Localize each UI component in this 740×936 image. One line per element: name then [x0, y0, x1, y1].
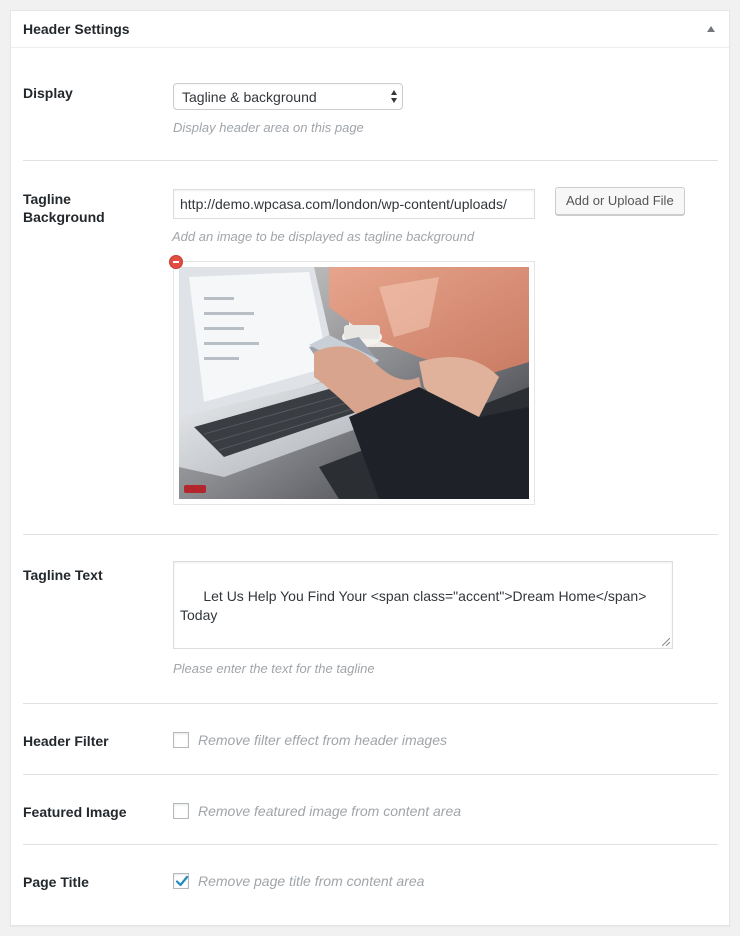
- divider: [23, 534, 718, 535]
- select-arrows-icon: [391, 90, 397, 104]
- tagline-text-value: Let Us Help You Find Your <span class="a…: [180, 588, 647, 623]
- header-filter-checkbox[interactable]: [173, 732, 189, 748]
- arrow-up-icon[interactable]: [707, 26, 715, 32]
- divider: [23, 774, 718, 775]
- header-filter-checkbox-label[interactable]: Remove filter effect from header images: [198, 732, 447, 749]
- display-select[interactable]: Tagline & background: [173, 83, 403, 110]
- resize-grip-icon[interactable]: [662, 638, 670, 646]
- divider: [23, 844, 718, 845]
- image-preview-area: [23, 255, 723, 511]
- page-title-row: Page Title Remove page title from conten…: [23, 873, 718, 903]
- laptop-photo: [179, 267, 529, 499]
- featured-image-checkbox-label[interactable]: Remove featured image from content area: [198, 803, 461, 820]
- checkmark-icon: [175, 875, 189, 887]
- display-row: Display Tagline & background Display hea…: [23, 83, 718, 143]
- divider: [23, 703, 718, 704]
- header-filter-row: Header Filter Remove filter effect from …: [23, 732, 718, 762]
- tagline-text-row: Tagline Text Let Us Help You Find Your <…: [23, 561, 718, 691]
- tagline-text-textarea[interactable]: Let Us Help You Find Your <span class="a…: [173, 561, 673, 649]
- remove-circle-icon[interactable]: [169, 255, 183, 269]
- display-label: Display: [23, 85, 73, 101]
- metabox-header[interactable]: Header Settings: [11, 11, 729, 48]
- tagline-background-url-input[interactable]: http://demo.wpcasa.com/london/wp-content…: [173, 189, 535, 219]
- page-title-checkbox[interactable]: [173, 873, 189, 889]
- display-select-value: Tagline & background: [182, 89, 317, 105]
- metabox-title: Header Settings: [23, 21, 130, 37]
- tagline-background-label-line1: Tagline: [23, 191, 71, 207]
- tagline-background-row: Tagline Background http://demo.wpcasa.co…: [23, 187, 718, 509]
- tagline-text-description: Please enter the text for the tagline: [173, 661, 375, 676]
- header-filter-label: Header Filter: [23, 733, 109, 749]
- page-title-label: Page Title: [23, 874, 89, 890]
- tagline-text-label: Tagline Text: [23, 567, 103, 583]
- tagline-background-image: [179, 267, 529, 499]
- tagline-background-label-line2: Background: [23, 209, 105, 225]
- featured-image-label: Featured Image: [23, 804, 127, 820]
- page-title-checkbox-label[interactable]: Remove page title from content area: [198, 873, 424, 890]
- featured-image-checkbox[interactable]: [173, 803, 189, 819]
- tagline-background-label: Tagline Background: [23, 190, 105, 226]
- tagline-background-description: Add an image to be displayed as tagline …: [172, 229, 475, 244]
- image-preview-frame: [173, 261, 535, 505]
- header-settings-metabox: Header Settings Display Tagline & backgr…: [10, 10, 730, 926]
- featured-image-row: Featured Image Remove featured image fro…: [23, 803, 718, 833]
- add-upload-file-button[interactable]: Add or Upload File: [555, 187, 685, 215]
- divider: [23, 160, 718, 161]
- display-description: Display header area on this page: [173, 120, 364, 135]
